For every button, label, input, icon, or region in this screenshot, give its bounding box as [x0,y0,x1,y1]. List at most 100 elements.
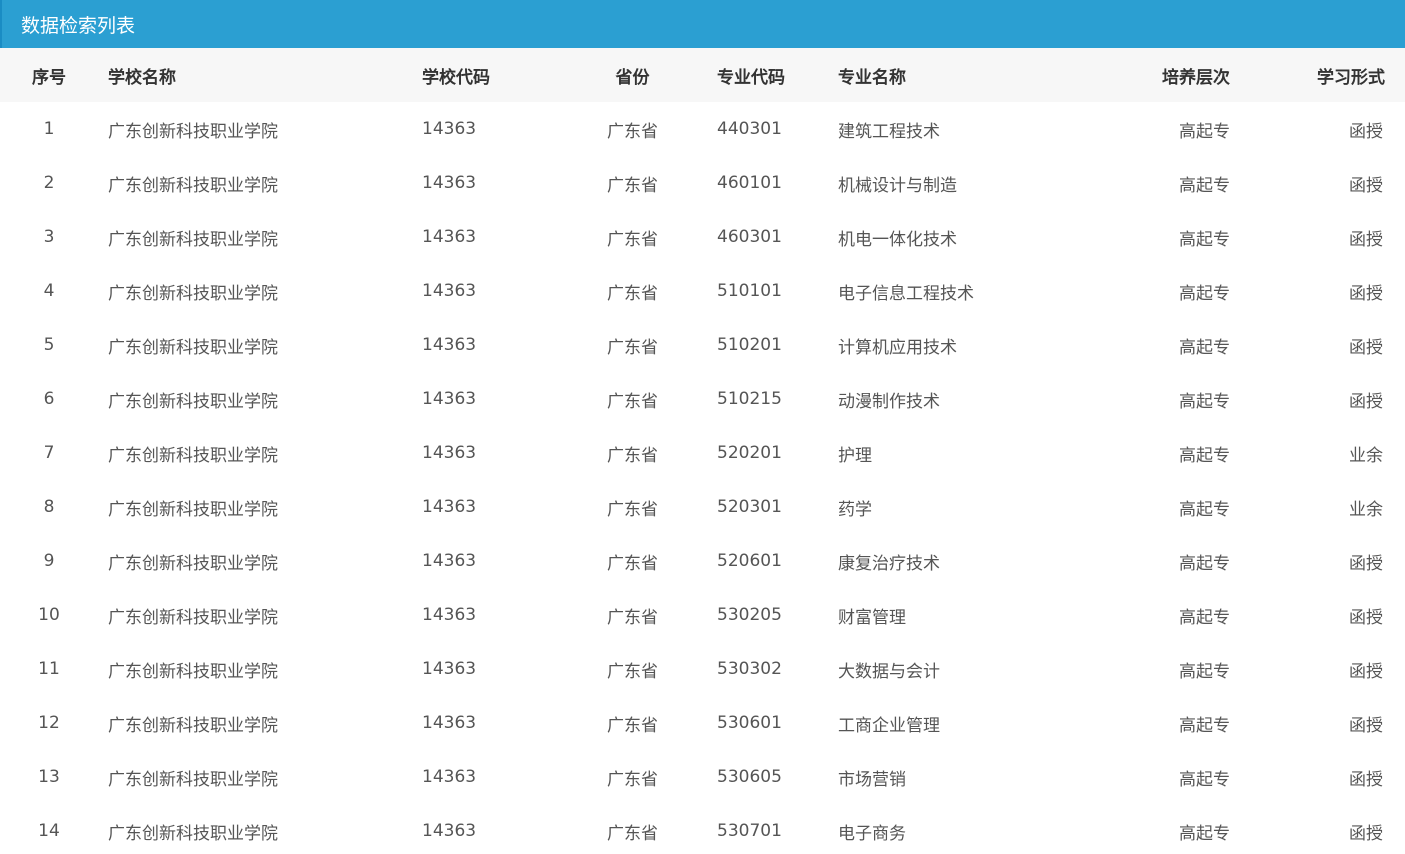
cell-school-code: 14363 [422,659,477,679]
cell-major-code: 520601 [717,551,782,571]
table-row: 6 广东创新科技职业学院 14363 广东省 510215 动漫制作技术 高起专 函授 [0,372,1405,426]
cell-major-code: 460101 [717,173,782,193]
column-header-study-form: 学习形式 [1317,67,1385,88]
cell-province: 广东省 [607,445,658,466]
table-row: 8 广东创新科技职业学院 14363 广东省 520301 药学 高起专 业余 [0,480,1405,534]
cell-study-form: 函授 [1349,607,1383,628]
cell-province: 广东省 [607,769,658,790]
cell-province: 广东省 [607,391,658,412]
cell-major-name: 大数据与会计 [838,661,940,682]
cell-school-name: 广东创新科技职业学院 [108,607,278,628]
cell-school-code: 14363 [422,821,477,841]
cell-school-code: 14363 [422,227,477,247]
cell-school-name: 广东创新科技职业学院 [108,715,278,736]
cell-school-code: 14363 [422,713,477,733]
cell-major-code: 520201 [717,443,782,463]
cell-index: 1 [43,119,55,139]
table-header: 序号 学校名称 学校代码 省份 专业代码 专业名称 培养层次 学习形式 [0,48,1405,102]
cell-province: 广东省 [607,229,658,250]
column-header-index: 序号 [32,67,66,88]
cell-study-form: 业余 [1349,499,1383,520]
column-header-school-name: 学校名称 [108,67,176,88]
table-row: 1 广东创新科技职业学院 14363 广东省 440301 建筑工程技术 高起专 函授 [0,102,1405,156]
table-row: 12 广东创新科技职业学院 14363 广东省 530601 工商企业管理 高起专 函授 [0,696,1405,750]
cell-major-code: 530601 [717,713,782,733]
cell-major-name: 电子商务 [838,823,906,844]
cell-major-name: 计算机应用技术 [838,337,957,358]
cell-school-name: 广东创新科技职业学院 [108,175,278,196]
cell-school-code: 14363 [422,335,477,355]
cell-major-name: 药学 [838,499,872,520]
cell-school-code: 14363 [422,119,477,139]
column-header-major-name: 专业名称 [838,67,906,88]
cell-major-code: 510215 [717,389,782,409]
table-row: 5 广东创新科技职业学院 14363 广东省 510201 计算机应用技术 高起专 函授 [0,318,1405,372]
table-body: 1 广东创新科技职业学院 14363 广东省 440301 建筑工程技术 高起专 函授 2 广东创… [0,102,1405,854]
table-row: 14 广东创新科技职业学院 14363 广东省 530701 电子商务 高起专 函授 [0,804,1405,854]
cell-level: 高起专 [1179,661,1230,682]
cell-level: 高起专 [1179,607,1230,628]
cell-study-form: 函授 [1349,769,1383,790]
cell-major-code: 510201 [717,335,782,355]
cell-school-code: 14363 [422,551,477,571]
results-table: 序号 学校名称 学校代码 省份 专业代码 专业名称 培养层次 学习形式 1 广东创… [0,48,1405,854]
cell-level: 高起专 [1179,823,1230,844]
cell-study-form: 函授 [1349,121,1383,142]
cell-index: 12 [38,713,60,733]
cell-major-name: 动漫制作技术 [838,391,940,412]
cell-level: 高起专 [1179,121,1230,142]
cell-level: 高起专 [1179,175,1230,196]
cell-study-form: 函授 [1349,229,1383,250]
cell-level: 高起专 [1179,229,1230,250]
cell-level: 高起专 [1179,769,1230,790]
cell-major-name: 市场营销 [838,769,906,790]
cell-index: 4 [43,281,55,301]
table-row: 7 广东创新科技职业学院 14363 广东省 520201 护理 高起专 业余 [0,426,1405,480]
cell-level: 高起专 [1179,715,1230,736]
column-header-school-code: 学校代码 [422,67,490,88]
column-header-province: 省份 [615,67,650,88]
cell-study-form: 函授 [1349,283,1383,304]
cell-index: 11 [38,659,60,679]
column-header-level: 培养层次 [1162,67,1230,88]
cell-level: 高起专 [1179,391,1230,412]
cell-school-code: 14363 [422,443,477,463]
cell-school-code: 14363 [422,389,477,409]
header-row: 序号 学校名称 学校代码 省份 专业代码 专业名称 培养层次 学习形式 [0,48,1405,102]
table-row: 3 广东创新科技职业学院 14363 广东省 460301 机电一体化技术 高起专 函授 [0,210,1405,264]
cell-school-code: 14363 [422,767,477,787]
cell-study-form: 函授 [1349,391,1383,412]
cell-level: 高起专 [1179,553,1230,574]
table-row: 2 广东创新科技职业学院 14363 广东省 460101 机械设计与制造 高起专 函授 [0,156,1405,210]
cell-school-name: 广东创新科技职业学院 [108,121,278,142]
cell-major-name: 工商企业管理 [838,715,940,736]
panel-title: 数据检索列表 [21,14,136,37]
cell-index: 9 [43,551,55,571]
cell-province: 广东省 [607,283,658,304]
cell-major-code: 530302 [717,659,782,679]
cell-index: 3 [43,227,55,247]
cell-index: 2 [43,173,55,193]
cell-major-name: 护理 [838,445,872,466]
cell-major-code: 530205 [717,605,782,625]
cell-index: 14 [38,821,60,841]
cell-major-code: 530605 [717,767,782,787]
cell-index: 8 [43,497,55,517]
table-row: 11 广东创新科技职业学院 14363 广东省 530302 大数据与会计 高起专 函授 [0,642,1405,696]
cell-study-form: 函授 [1349,661,1383,682]
cell-index: 10 [38,605,60,625]
cell-school-name: 广东创新科技职业学院 [108,499,278,520]
cell-school-code: 14363 [422,605,477,625]
cell-province: 广东省 [607,121,658,142]
table-row: 9 广东创新科技职业学院 14363 广东省 520601 康复治疗技术 高起专 函授 [0,534,1405,588]
cell-province: 广东省 [607,607,658,628]
cell-school-name: 广东创新科技职业学院 [108,661,278,682]
cell-province: 广东省 [607,337,658,358]
cell-school-code: 14363 [422,173,477,193]
cell-school-name: 广东创新科技职业学院 [108,391,278,412]
cell-major-code: 520301 [717,497,782,517]
cell-major-name: 机械设计与制造 [838,175,957,196]
cell-major-name: 电子信息工程技术 [838,283,974,304]
cell-study-form: 函授 [1349,715,1383,736]
cell-school-name: 广东创新科技职业学院 [108,229,278,250]
